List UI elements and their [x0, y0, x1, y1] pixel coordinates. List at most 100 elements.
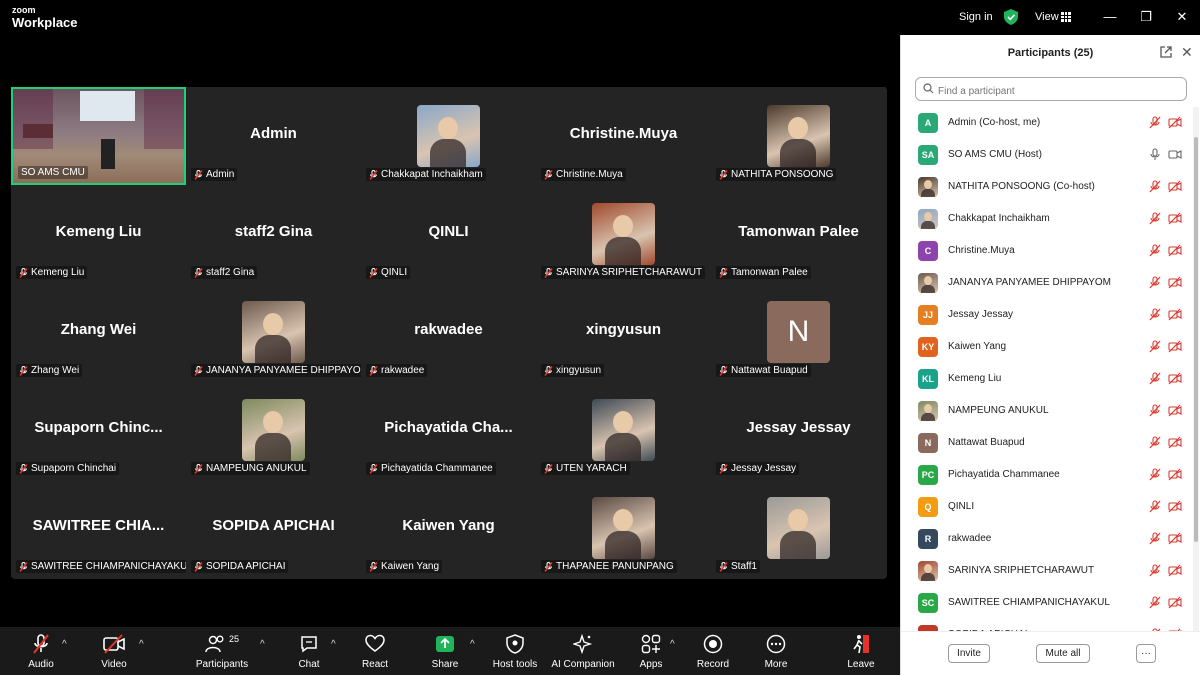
- participant-row[interactable]: JJ Jessay Jessay: [901, 299, 1193, 331]
- video-off-icon[interactable]: [1168, 564, 1182, 577]
- participant-row[interactable]: Chakkapat Inchaikham: [901, 203, 1193, 235]
- video-tile[interactable]: SAWITREE CHIA... SAWITREE CHIAMPANICHAYAK…: [11, 479, 196, 577]
- video-off-icon[interactable]: [1168, 212, 1182, 225]
- participants-button[interactable]: 25 Participants: [192, 633, 252, 670]
- video-tile[interactable]: Zhang Wei Zhang Wei: [11, 283, 186, 381]
- participant-list-scrollbar[interactable]: [1193, 107, 1199, 631]
- participant-row[interactable]: SC SAWITREE CHIAMPANICHAYAKUL: [901, 587, 1193, 619]
- video-tile[interactable]: Staff1: [711, 479, 886, 577]
- muted-mic-icon[interactable]: [1148, 244, 1162, 257]
- muted-mic-icon[interactable]: [1148, 532, 1162, 545]
- participant-row[interactable]: JANANYA PANYAMEE DHIPPAYOM: [901, 267, 1193, 299]
- video-button[interactable]: Video: [93, 633, 135, 670]
- muted-mic-icon[interactable]: [1148, 212, 1162, 225]
- video-off-icon[interactable]: [1168, 500, 1182, 513]
- apps-options-chevron-icon[interactable]: ^: [670, 639, 675, 650]
- video-tile[interactable]: Admin Admin: [186, 87, 361, 185]
- video-tile[interactable]: xingyusun xingyusun: [536, 283, 711, 381]
- audio-options-chevron-icon[interactable]: ^: [62, 639, 67, 650]
- video-tile[interactable]: Christine.Muya Christine.Muya: [536, 87, 711, 185]
- muted-mic-icon[interactable]: [1148, 308, 1162, 321]
- participants-options-chevron-icon[interactable]: ^: [260, 639, 265, 650]
- video-off-icon[interactable]: [1168, 596, 1182, 609]
- participant-row[interactable]: Rrakwadee: [901, 523, 1193, 555]
- minimize-icon[interactable]: —: [1102, 9, 1118, 24]
- muted-mic-icon[interactable]: [1148, 404, 1162, 417]
- video-off-icon[interactable]: [1168, 340, 1182, 353]
- muted-mic-icon[interactable]: [1148, 564, 1162, 577]
- video-options-chevron-icon[interactable]: ^: [139, 639, 144, 650]
- video-tile[interactable]: QINLI QINLI: [361, 185, 536, 283]
- video-tile[interactable]: NATHITA PONSOONG: [711, 87, 886, 185]
- react-button[interactable]: React: [355, 633, 395, 670]
- muted-mic-icon[interactable]: [1148, 372, 1162, 385]
- pop-out-icon[interactable]: [1160, 46, 1172, 58]
- video-tile[interactable]: UTEN YARACH: [536, 381, 711, 479]
- muted-mic-icon[interactable]: [1148, 180, 1162, 193]
- participant-row[interactable]: SA SO AMS CMU (Host): [901, 139, 1193, 171]
- participant-row[interactable]: SASOPIDA APICHAI: [901, 619, 1193, 631]
- participant-row[interactable]: N Nattawat Buapud: [901, 427, 1193, 459]
- video-off-icon[interactable]: [1168, 308, 1182, 321]
- restore-icon[interactable]: ❐: [1138, 9, 1154, 25]
- video-tile[interactable]: Chakkapat Inchaikham: [361, 87, 536, 185]
- view-button[interactable]: View: [1035, 11, 1059, 23]
- video-tile[interactable]: Jessay Jessay Jessay Jessay: [711, 381, 886, 479]
- muted-mic-icon[interactable]: [1148, 468, 1162, 481]
- muted-mic-icon[interactable]: [1148, 276, 1162, 289]
- muted-mic-icon[interactable]: [1148, 500, 1162, 513]
- video-tile[interactable]: Pichayatida Cha... Pichayatida Chammanee: [361, 381, 536, 479]
- video-tile[interactable]: SO AMS CMU: [11, 87, 186, 185]
- video-off-icon[interactable]: [1168, 404, 1182, 417]
- sign-in-button[interactable]: Sign in: [959, 11, 993, 23]
- video-tile[interactable]: staff2 Gina staff2 Gina: [186, 185, 361, 283]
- panel-more-button[interactable]: ···: [1136, 644, 1156, 663]
- muted-mic-icon[interactable]: [1148, 436, 1162, 449]
- close-panel-icon[interactable]: ✕: [1181, 44, 1193, 61]
- participant-row[interactable]: SARINYA SRIPHETCHARAWUT: [901, 555, 1193, 587]
- video-off-icon[interactable]: [1168, 436, 1182, 449]
- chat-button[interactable]: Chat: [290, 633, 328, 670]
- share-button[interactable]: Share: [425, 633, 465, 670]
- video-tile[interactable]: rakwadee rakwadee: [361, 283, 536, 381]
- video-off-icon[interactable]: [1168, 372, 1182, 385]
- video-off-icon[interactable]: [1168, 180, 1182, 193]
- participant-row[interactable]: C Christine.Muya: [901, 235, 1193, 267]
- participant-row[interactable]: KL Kemeng Liu: [901, 363, 1193, 395]
- participant-row[interactable]: KY Kaiwen Yang: [901, 331, 1193, 363]
- mute-all-button[interactable]: Mute all: [1036, 644, 1090, 663]
- video-tile[interactable]: N Nattawat Buapud: [711, 283, 886, 381]
- leave-button[interactable]: Leave: [843, 633, 879, 670]
- video-tile[interactable]: NAMPEUNG ANUKUL: [186, 381, 361, 479]
- chat-options-chevron-icon[interactable]: ^: [331, 639, 336, 650]
- security-shield-icon[interactable]: [1004, 9, 1018, 25]
- grid-view-icon[interactable]: [1061, 12, 1071, 22]
- video-tile[interactable]: Tamonwan Palee Tamonwan Palee: [711, 185, 886, 283]
- more-button[interactable]: More: [756, 633, 796, 670]
- host-tools-button[interactable]: Host tools: [490, 633, 540, 670]
- ai-companion-button[interactable]: AI Companion: [550, 633, 616, 670]
- video-off-icon[interactable]: [1168, 276, 1182, 289]
- participant-row[interactable]: NATHITA PONSOONG (Co-host): [901, 171, 1193, 203]
- participant-row[interactable]: PC Pichayatida Chammanee: [901, 459, 1193, 491]
- muted-mic-icon[interactable]: [1148, 340, 1162, 353]
- participant-row[interactable]: NAMPEUNG ANUKUL: [901, 395, 1193, 427]
- video-off-icon[interactable]: [1168, 532, 1182, 545]
- mic-on-icon[interactable]: [1148, 148, 1162, 161]
- find-participant-input[interactable]: [915, 77, 1187, 101]
- participant-row[interactable]: A Admin (Co-host, me): [901, 107, 1193, 139]
- video-tile[interactable]: Supaporn Chinc... Supaporn Chinchai: [11, 381, 186, 479]
- record-button[interactable]: Record: [692, 633, 734, 670]
- video-on-icon[interactable]: [1168, 148, 1182, 161]
- audio-button[interactable]: Audio: [20, 633, 62, 670]
- muted-mic-icon[interactable]: [1148, 116, 1162, 129]
- close-window-icon[interactable]: ✕: [1174, 9, 1190, 25]
- video-off-icon[interactable]: [1168, 116, 1182, 129]
- participant-row[interactable]: Q QINLI: [901, 491, 1193, 523]
- video-tile[interactable]: JANANYA PANYAMEE DHIPPAYOM: [186, 283, 372, 381]
- muted-mic-icon[interactable]: [1148, 596, 1162, 609]
- share-options-chevron-icon[interactable]: ^: [470, 639, 475, 650]
- video-tile[interactable]: SOPIDA APICHAI SOPIDA APICHAI: [186, 479, 361, 577]
- video-tile[interactable]: Kaiwen Yang Kaiwen Yang: [361, 479, 536, 577]
- video-tile[interactable]: SARINYA SRIPHETCHARAWUT: [536, 185, 711, 283]
